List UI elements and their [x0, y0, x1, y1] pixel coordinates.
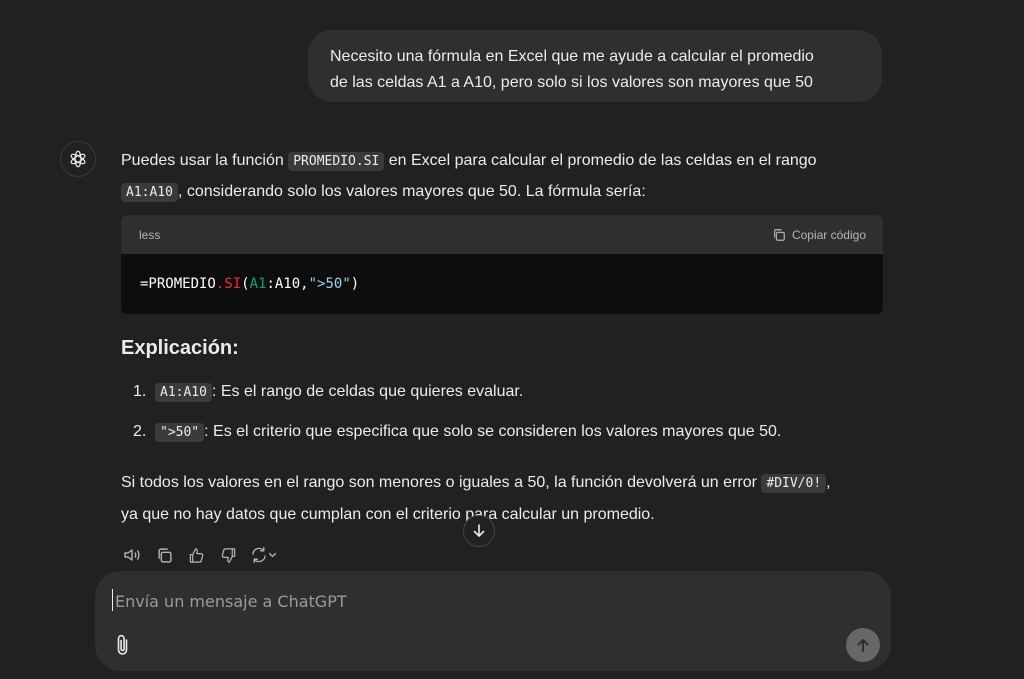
speaker-icon — [123, 546, 141, 564]
copy-code-label: Copiar código — [791, 227, 866, 242]
thumbs-up-icon — [188, 547, 205, 564]
copy-code-button[interactable]: Copiar código — [772, 228, 866, 242]
closing-line1: Si todos los valores en el rango son men… — [121, 473, 831, 494]
user-message-line2: de las celdas A1 a A10, pero solo si los… — [330, 74, 813, 91]
bad-response-button[interactable] — [217, 544, 239, 566]
copy-icon — [772, 228, 786, 242]
copy-icon — [156, 547, 173, 564]
send-button[interactable] — [846, 628, 880, 662]
user-message-line1: Necesito una fórmula en Excel que me ayu… — [330, 48, 814, 65]
list-item: 2. ">50": Es el criterio que especifica q… — [133, 422, 781, 443]
text-caret — [112, 589, 113, 611]
list-number: 2. — [133, 423, 147, 440]
code-block-header: less Copiar código — [121, 215, 883, 254]
assistant-intro-line1: Puedes usar la función PROMEDIO.SI en Ex… — [121, 151, 817, 172]
intro-text-2: en Excel para calcular el promedio de la… — [384, 152, 817, 169]
assistant-avatar — [60, 141, 96, 177]
scroll-to-bottom-button[interactable] — [463, 515, 495, 547]
code-token: A1 — [249, 276, 267, 292]
code-block: less Copiar código =PROMEDIO .SI(A1:A10, … — [121, 215, 883, 314]
message-actions — [121, 544, 279, 566]
closing-text-1: Si todos los valores en el rango son men… — [121, 474, 762, 491]
assistant-intro-line2: A1:A10, considerando solo los valores ma… — [121, 182, 646, 203]
paperclip-icon — [115, 633, 131, 657]
copy-message-button[interactable] — [153, 544, 175, 566]
closing-line2: ya que no hay datos que cumplan con el c… — [121, 506, 655, 523]
list-code: A1:A10 — [155, 383, 212, 402]
code-token: ( — [241, 276, 250, 292]
code-language-label: less — [139, 227, 161, 242]
code-token: ) — [350, 276, 360, 292]
list-text: : Es el rango de celdas que quieres eval… — [211, 383, 524, 400]
inline-code-div-error: #DIV/0! — [761, 474, 827, 493]
code-content: =PROMEDIO .SI(A1:A10, ">50") — [121, 254, 883, 314]
regenerate-icon — [250, 546, 278, 564]
closing-text-2: , — [826, 474, 831, 491]
openai-logo-icon — [67, 148, 89, 170]
intro-text-1: Puedes usar la función — [121, 152, 289, 169]
thumbs-down-icon — [220, 547, 237, 564]
intro-text-3: , considerando solo los valores mayores … — [177, 183, 646, 200]
code-token: :A10, — [266, 276, 309, 292]
code-token: .SI — [215, 276, 242, 292]
read-aloud-button[interactable] — [121, 544, 143, 566]
explanation-heading: Explicación: — [121, 337, 239, 359]
inline-code-range: A1:A10 — [121, 183, 178, 202]
inline-code-promedio-si: PROMEDIO.SI — [288, 152, 385, 171]
good-response-button[interactable] — [185, 544, 207, 566]
arrow-up-icon — [855, 637, 871, 653]
user-message-bubble: Necesito una fórmula en Excel que me ayu… — [308, 30, 882, 102]
attach-file-button[interactable] — [111, 631, 135, 659]
message-input[interactable] — [113, 587, 817, 615]
code-token: ">50" — [308, 276, 351, 292]
list-text: : Es el criterio que especifica que solo… — [204, 423, 782, 440]
code-token: =PROMEDIO — [140, 276, 216, 292]
message-composer — [95, 571, 891, 671]
regenerate-button[interactable] — [249, 544, 279, 566]
arrow-down-icon — [471, 523, 487, 539]
list-code: ">50" — [155, 423, 205, 442]
list-item: 1. A1:A10: Es el rango de celdas que quie… — [133, 382, 523, 403]
list-number: 1. — [133, 383, 147, 400]
